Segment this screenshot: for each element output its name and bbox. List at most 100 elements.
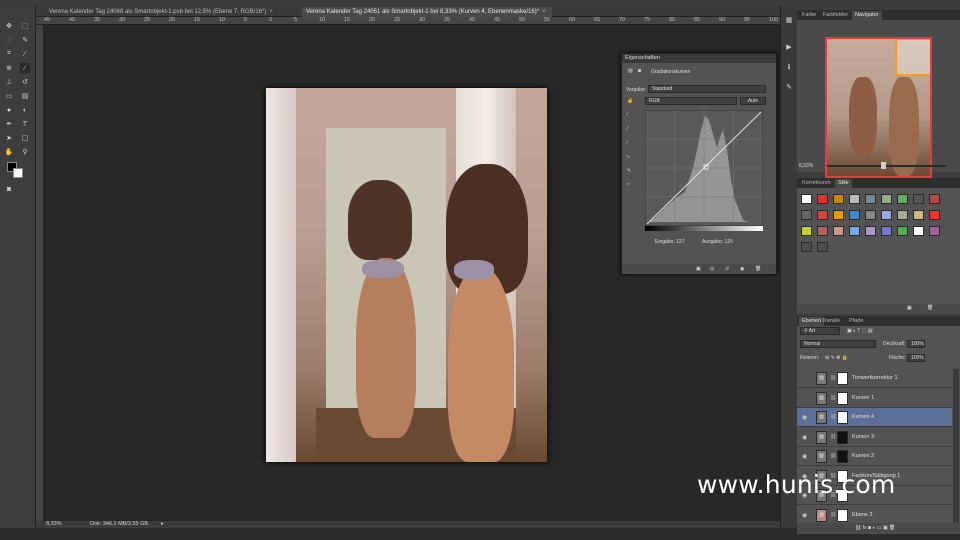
layer-filter-select[interactable]: ⚲ Art [800, 327, 840, 335]
link-icon[interactable]: ⛓ [830, 434, 836, 440]
style-swatch[interactable] [849, 194, 860, 204]
mask-icon[interactable]: ◙ [638, 68, 641, 74]
clip-icon[interactable]: ▣ [696, 266, 701, 272]
brush-tool-icon[interactable]: ∕ [20, 63, 30, 73]
eye-icon[interactable]: ◉ [802, 453, 809, 460]
tab-document-2[interactable]: Verena Kalender Tag 24051 als Smartobjek… [302, 7, 552, 17]
style-swatch[interactable] [801, 242, 812, 252]
trash-icon[interactable]: 🗑 [755, 266, 761, 272]
channel-select[interactable]: RGB [645, 97, 737, 105]
link-icon[interactable]: ⛓ [830, 414, 836, 420]
history-brush-icon[interactable]: ↺ [20, 77, 30, 87]
preset-select[interactable]: Standard [648, 85, 766, 93]
style-swatch[interactable] [817, 242, 828, 252]
style-swatch[interactable] [897, 210, 908, 220]
style-swatch[interactable] [897, 226, 908, 236]
eraser-icon[interactable]: ▭ [4, 91, 14, 101]
fill-field[interactable]: 100% [907, 354, 925, 362]
eyedropper-black-icon[interactable]: ⁄ [627, 112, 628, 118]
layer-row[interactable]: ◉ ▨ ⛓ Kurven 2 [797, 447, 952, 466]
layer-row[interactable]: ▨ ⛓ Tonwertkorrektur 1 [797, 369, 952, 388]
path-select-icon[interactable]: ➤ [4, 133, 14, 143]
navigator-view-frame[interactable] [895, 39, 930, 76]
style-swatch[interactable] [801, 194, 812, 204]
pen-tool-icon[interactable]: ✒ [4, 119, 14, 129]
lock-icons[interactable]: ⊞ ✎ ✥ 🔒 [825, 355, 848, 361]
quick-mask-icon[interactable]: ◙ [4, 184, 14, 194]
layer-mask-thumbnail[interactable] [837, 391, 848, 405]
curve-point-icon[interactable]: ∿ [626, 154, 630, 160]
filter-pixel-icon[interactable]: ▣ ◐ T ⬚ ▤ [847, 328, 873, 334]
pencil-icon[interactable]: ✎ [627, 168, 631, 174]
close-icon[interactable]: × [542, 9, 546, 15]
quick-select-icon[interactable]: ✎ [20, 35, 30, 45]
style-swatch[interactable] [913, 194, 924, 204]
tab-navigator[interactable]: Navigator [852, 11, 882, 20]
brush-panel-icon[interactable]: ✎ [784, 82, 794, 92]
style-swatch[interactable] [865, 194, 876, 204]
layer-footer-icons[interactable]: ⛓ fx ◙ ◐ ▭ ▣ 🗑 [855, 525, 895, 531]
style-swatch[interactable] [833, 226, 844, 236]
smooth-icon[interactable]: ≈ [627, 182, 630, 188]
style-swatch[interactable] [929, 194, 940, 204]
style-swatch[interactable] [833, 194, 844, 204]
layer-row[interactable]: ◉ ▨ ⛓ Kurven 4 [797, 408, 952, 427]
style-swatch[interactable] [817, 210, 828, 220]
link-icon[interactable]: ⛓ [830, 512, 836, 518]
blur-tool-icon[interactable]: ● [4, 105, 14, 115]
new-style-icon[interactable]: ▣ [907, 305, 912, 311]
navigator-zoom-slider[interactable] [827, 165, 947, 167]
lasso-tool-icon[interactable]: ◌ [4, 35, 14, 45]
layer-mask-thumbnail[interactable] [837, 508, 848, 522]
close-icon[interactable]: × [269, 9, 273, 15]
eye-icon[interactable]: ◉ [802, 434, 809, 441]
tab-pfade[interactable]: Pfade [846, 317, 866, 326]
eyedropper-icon[interactable]: ⁄ [20, 49, 30, 59]
style-swatch[interactable] [881, 210, 892, 220]
auto-button[interactable]: Auto [740, 97, 766, 105]
eye-icon[interactable]: ◉ [802, 512, 809, 519]
curves-graph[interactable] [645, 110, 763, 226]
crop-tool-icon[interactable]: ⌗ [4, 49, 14, 59]
reset-icon[interactable]: ↺ [725, 266, 729, 272]
actions-panel-icon[interactable]: ▶ [784, 42, 794, 52]
style-swatch[interactable] [913, 226, 924, 236]
hand-adjust-icon[interactable]: ☝ [627, 98, 633, 104]
layers-scrollbar[interactable] [953, 369, 959, 526]
style-swatch[interactable] [929, 210, 940, 220]
gradient-tool-icon[interactable]: ▤ [20, 91, 30, 101]
style-swatch[interactable] [849, 210, 860, 220]
status-arrow-icon[interactable]: ▸ [161, 521, 164, 528]
eye-icon[interactable] [802, 395, 809, 401]
navigator-preview[interactable] [825, 37, 932, 178]
layer-row[interactable]: ▨ ⛓ Kurven 1 [797, 388, 952, 408]
layer-mask-thumbnail[interactable] [837, 411, 848, 424]
healing-brush-icon[interactable]: ⊕ [4, 63, 14, 73]
layer-mask-thumbnail[interactable] [837, 450, 848, 463]
zoom-readout[interactable]: 8,33% [46, 521, 62, 528]
style-swatch[interactable] [865, 226, 876, 236]
tab-stile[interactable]: Stile [835, 179, 852, 188]
eye-icon[interactable]: ◉ [802, 414, 809, 421]
tab-kanaele[interactable]: Kanäle [820, 317, 843, 326]
background-color-swatch[interactable] [13, 168, 23, 178]
zoom-tool-icon[interactable]: ⚲ [20, 147, 30, 157]
layer-row[interactable]: ◉ ▨ ⛓ Ebene 3 [797, 505, 952, 525]
style-swatch[interactable] [801, 210, 812, 220]
blend-mode-select[interactable]: Normal [800, 340, 876, 348]
tab-farbe[interactable]: Farbe [799, 11, 819, 20]
type-tool-icon[interactable]: T [20, 119, 30, 129]
tab-document-1[interactable]: Verena Kalender Tag 24068 als Smartobjek… [45, 7, 295, 17]
style-swatch[interactable] [817, 194, 828, 204]
style-swatch[interactable] [897, 194, 908, 204]
layer-mask-thumbnail[interactable] [837, 372, 848, 385]
tab-korrekturen[interactable]: Korrekturen [799, 179, 834, 188]
rectangle-tool-icon[interactable]: ▢ [20, 133, 30, 143]
prev-state-icon[interactable]: ◎ [710, 266, 714, 272]
dodge-tool-icon[interactable]: ◐ [20, 105, 30, 115]
style-swatch[interactable] [833, 210, 844, 220]
eye-icon[interactable] [802, 375, 809, 381]
link-icon[interactable]: ⛓ [830, 375, 836, 381]
link-icon[interactable]: ⛓ [830, 395, 836, 401]
tab-farbfelder[interactable]: Farbfelder [820, 11, 851, 20]
